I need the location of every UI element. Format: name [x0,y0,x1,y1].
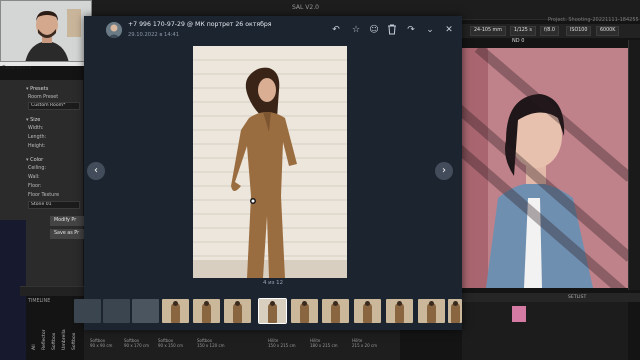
studio-backdrop-object[interactable] [512,306,526,322]
floor-texture-label: Floor Texture [28,193,60,198]
length-label: Length: [28,135,47,140]
thumbnail[interactable] [162,299,189,323]
sender-avatar[interactable] [106,22,122,38]
modify-preset-button[interactable]: Modify Pr [50,216,84,226]
camera-settings-bar: 24-105 mm 1/125 s f/8.0 ISO100 6000K [462,24,640,38]
color-heading[interactable]: Color [26,157,43,163]
nd-value: 0 [521,38,525,44]
main-photo[interactable] [193,46,347,278]
thumbnail[interactable] [448,299,462,323]
webcam-overlay [0,0,92,62]
project-label: Project: Shooting-20221111-184255 [548,17,639,23]
nd-label: ND [512,38,520,44]
thumbnail[interactable] [74,299,101,323]
right-toolbar-column [628,40,640,290]
trash-icon[interactable] [386,24,398,36]
close-icon[interactable]: ✕ [443,24,455,36]
setlist-tab[interactable]: SETLIST [568,293,586,302]
tab-reflector[interactable]: Reflector [42,300,50,350]
previous-photo-button[interactable]: ‹ [87,162,105,180]
tab-softbox[interactable]: Softbox [52,300,60,350]
modifier-size: 90 x 150 cm [158,343,184,348]
height-label: Height: [28,144,46,149]
thumbnail[interactable] [132,299,159,323]
modifier-size: 150 x 120 cm [197,343,225,348]
chevron-down-icon[interactable]: ⌄ [424,24,436,36]
lens-select[interactable]: 24-105 mm [470,26,506,36]
room-preset-label: Room Preset [28,95,59,100]
modifier-tile[interactable]: Hilite 215 x 20 cm [352,338,377,348]
avatar-image [106,22,122,38]
thumbnail[interactable] [103,299,130,323]
presets-heading[interactable]: Presets [26,86,48,92]
sender-name[interactable]: +7 996 170-97-29 @ МК портрет 26 октября [128,21,272,28]
photo-illustration [193,46,347,278]
forward-icon[interactable]: ↷ [405,24,417,36]
floor-label: Floor: [28,184,42,189]
modifier-tile[interactable]: Softbox 90 x 90 cm [90,338,112,348]
room-preset-select[interactable]: Custom Room* [28,102,80,110]
tab-all[interactable]: All [32,300,40,350]
next-photo-button[interactable]: › [435,162,453,180]
emoji-icon[interactable]: ☺ [368,24,380,36]
modifier-size: 90 x 170 cm [124,343,150,348]
size-heading[interactable]: Size [26,117,40,123]
tab-umbrella[interactable]: Umbrella [62,300,70,350]
save-preset-button[interactable]: Save as Pr [50,229,84,239]
setlist-bar: SETLIST [462,293,640,302]
floor-texture-select[interactable]: Stone 01 [28,201,80,209]
shutter-select[interactable]: 1/125 s [510,26,536,36]
screen: SAL V2.0 Project: Shooting-20221111-1842… [0,0,640,360]
star-icon[interactable]: ☆ [350,24,362,36]
thumbnail[interactable] [291,299,318,323]
webcam-caption: Сила света [2,65,32,71]
camera-preview-photo [458,48,630,288]
aperture-select[interactable]: f/8.0 [540,26,559,36]
portrait-illustration [458,48,630,288]
photo-viewer-window: +7 996 170-97-29 @ МК портрет 26 октября… [74,16,462,330]
modifier-size: 150 x 215 cm [268,343,296,348]
message-date: 29.10.2022 в 14:41 [128,32,180,38]
photo-counter: 4 из 12 [262,280,284,286]
thumbnail[interactable] [418,299,445,323]
app-title: SAL V2.0 [292,4,319,11]
thumbnail-active[interactable] [258,298,287,324]
modifier-tile[interactable]: Hilite 180 x 215 cm [310,338,338,348]
wall-label: Wall: [28,175,40,180]
presenter-illustration [1,1,91,61]
thumbnail[interactable] [322,299,349,323]
thumbnail[interactable] [224,299,251,323]
modifier-size: 90 x 90 cm [90,343,113,348]
width-label: Width: [28,126,44,131]
share-icon[interactable]: ↶ [330,24,342,36]
ceiling-label: Ceiling: [28,166,47,171]
modifier-tile[interactable]: Softbox 150 x 120 cm [197,338,225,348]
modifier-size: 215 x 20 cm [352,343,378,348]
thumbnail[interactable] [193,299,220,323]
modifier-tile[interactable]: Hilite 150 x 215 cm [268,338,296,348]
modifier-size: 180 x 215 cm [310,343,338,348]
nd-filter[interactable]: ND 0 [512,38,524,44]
floorplan-view[interactable] [462,302,628,360]
thumbnail[interactable] [386,299,413,323]
iso-select[interactable]: ISO100 [566,26,592,36]
timeline-bar[interactable]: TIMELINE [20,286,84,304]
thumbnail[interactable] [354,299,381,323]
modifier-tile[interactable]: Softbox 90 x 150 cm [158,338,183,348]
modifier-tile[interactable]: Softbox 90 x 170 cm [124,338,149,348]
temperature-select[interactable]: 6000K [596,26,620,36]
